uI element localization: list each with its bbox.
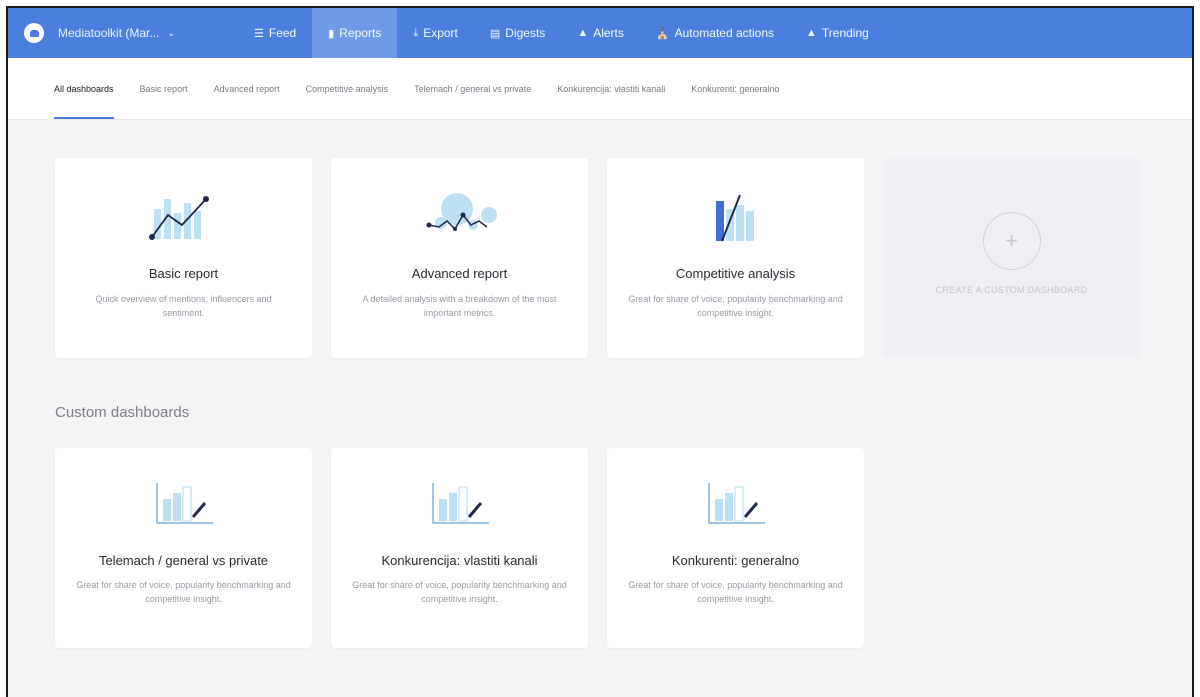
chevron-down-icon: ⌄ — [167, 27, 175, 38]
plus-icon: + — [982, 212, 1041, 270]
bank-icon: ⛪ — [655, 27, 670, 40]
card-title: Basic report — [148, 266, 219, 281]
competitive-analysis-illustration-icon — [715, 194, 754, 242]
basic-report-card[interactable]: Basic report Quick overview of mentions,… — [55, 158, 312, 358]
bell-icon: ▲ — [577, 27, 589, 39]
custom-dashboard-card[interactable]: Konkurencija: vlastiti kanali Great for … — [331, 448, 588, 648]
card-description: Quick overview of mentions, influencers … — [95, 294, 272, 318]
nav-trending[interactable]: ▲ Trending — [790, 8, 885, 58]
basic-report-illustration-icon — [148, 196, 209, 240]
nav-alerts-label: Alerts — [593, 26, 624, 40]
nav-reports-label: Reports — [339, 26, 382, 40]
competitive-analysis-card[interactable]: Competitive analysis Great for share of … — [607, 158, 864, 358]
tab-konkurencija-vlastiti-kanali[interactable]: Konkurencija: vlastiti kanali — [557, 58, 665, 119]
card-description: Great for share of voice, popularity ben… — [352, 580, 567, 604]
card-description: Great for share of voice, popularity ben… — [76, 580, 291, 604]
advanced-report-illustration-icon — [426, 193, 497, 231]
nav-digests[interactable]: ▤ Digests — [474, 8, 561, 58]
nav-export[interactable]: ⤓ Export — [397, 8, 474, 58]
account-switcher[interactable]: Mediatoolkit (Mar... ⌄ — [8, 8, 238, 58]
nav-digests-label: Digests — [505, 26, 546, 40]
nav-automated-actions-label: Automated actions — [674, 26, 774, 40]
nav-reports[interactable]: ▮ Reports — [312, 8, 398, 58]
advanced-report-card[interactable]: Advanced report A detailed analysis with… — [331, 158, 588, 358]
card-description: A detailed analysis with a breakdown of … — [362, 294, 557, 318]
section-title-custom-dashboards: Custom dashboards — [55, 404, 190, 421]
top-navigation: Mediatoolkit (Mar... ⌄ ☰ Feed ▮ Reports … — [8, 8, 1192, 58]
tab-basic-report[interactable]: Basic report — [140, 58, 188, 119]
nav-feed-label: Feed — [268, 26, 297, 40]
create-custom-dashboard-card[interactable]: + CREATE A CUSTOM DASHBOARD — [883, 158, 1140, 358]
custom-dashboard-illustration-icon — [431, 483, 489, 524]
nav-automated-actions[interactable]: ⛪ Automated actions — [640, 8, 790, 58]
bar-chart-icon: ▮ — [328, 27, 335, 40]
custom-dashboard-illustration-icon — [707, 483, 765, 524]
card-description: Great for share of voice, popularity ben… — [628, 294, 843, 318]
create-dashboard-label: CREATE A CUSTOM DASHBOARD — [935, 285, 1088, 295]
custom-dashboard-card[interactable]: Telemach / general vs private Great for … — [55, 448, 312, 648]
account-name: Mediatoolkit (Mar... — [58, 26, 160, 40]
nav-feed[interactable]: ☰ Feed — [238, 8, 312, 58]
card-title: Competitive analysis — [675, 266, 796, 281]
download-icon: ⤓ — [413, 26, 419, 39]
card-title: Telemach / general vs private — [98, 553, 269, 568]
newspaper-icon: ▤ — [489, 27, 501, 40]
card-title: Konkurencija: vlastiti kanali — [381, 553, 538, 568]
mediatoolkit-logo-icon — [24, 23, 44, 43]
custom-dashboard-illustration-icon — [155, 483, 213, 524]
list-icon: ☰ — [254, 27, 264, 40]
app-window: Mediatoolkit (Mar... ⌄ ☰ Feed ▮ Reports … — [6, 6, 1194, 697]
dashboard-tabs: All dashboards Basic report Advanced rep… — [8, 58, 1192, 120]
nav-alerts[interactable]: ▲ Alerts — [561, 8, 640, 58]
tab-competitive-analysis[interactable]: Competitive analysis — [306, 58, 389, 119]
card-title: Konkurenti: generalno — [671, 553, 800, 568]
tab-telemach-general-vs-private[interactable]: Telemach / general vs private — [414, 58, 531, 119]
card-title: Advanced report — [411, 266, 508, 281]
card-description: Great for share of voice, popularity ben… — [628, 580, 843, 604]
nav-export-label: Export — [423, 26, 458, 40]
flame-icon: ▲ — [806, 27, 817, 39]
nav-trending-label: Trending — [821, 26, 869, 40]
tab-advanced-report[interactable]: Advanced report — [214, 58, 280, 119]
tab-konkurenti-generalno[interactable]: Konkurenti: generalno — [691, 58, 779, 119]
custom-dashboard-card[interactable]: Konkurenti: generalno Great for share of… — [607, 448, 864, 648]
tab-all-dashboards[interactable]: All dashboards — [54, 58, 114, 119]
